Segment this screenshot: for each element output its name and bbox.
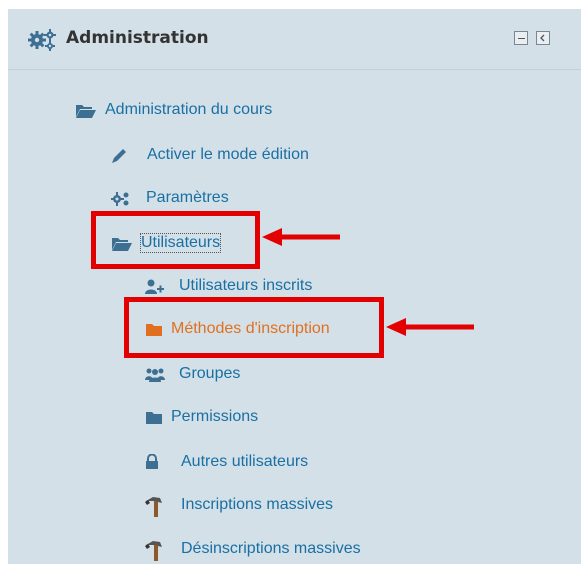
hammer-icon — [145, 541, 162, 561]
arrow-left-icon — [386, 318, 474, 336]
tree-item-label: Paramètres — [146, 189, 229, 206]
tree-item-label: Désinscriptions massives — [181, 540, 361, 557]
tree-item-label: Utilisateurs inscrits — [179, 277, 313, 294]
gear-icon — [111, 192, 129, 206]
add-user-icon — [145, 279, 164, 294]
lock-icon — [146, 454, 158, 469]
tree-item-label: Groupes — [179, 365, 241, 382]
users-icon — [145, 368, 165, 382]
minimize-icon[interactable] — [514, 31, 528, 45]
tree-item-label: Activer le mode édition — [147, 146, 309, 163]
arrow-left-icon — [262, 228, 340, 246]
dock-icon[interactable] — [536, 31, 550, 45]
hammer-icon — [145, 497, 162, 517]
tree-item-label: Inscriptions massives — [181, 496, 334, 513]
folder-open-icon — [76, 105, 96, 118]
block-header: Administration — [8, 9, 581, 70]
folder-icon — [146, 412, 162, 424]
tree-item-label: Administration du cours — [105, 101, 273, 118]
administration-block: Administration Administration du cours A… — [8, 9, 581, 564]
tree-item-label: Permissions — [171, 408, 259, 425]
highlight-box-utilisateurs — [91, 211, 260, 269]
pencil-icon — [112, 149, 126, 163]
block-title: Administration — [66, 28, 209, 48]
gears-icon — [28, 29, 56, 51]
highlight-box-methodes-inscription — [124, 297, 384, 358]
tree-item-label: Autres utilisateurs — [181, 453, 309, 470]
